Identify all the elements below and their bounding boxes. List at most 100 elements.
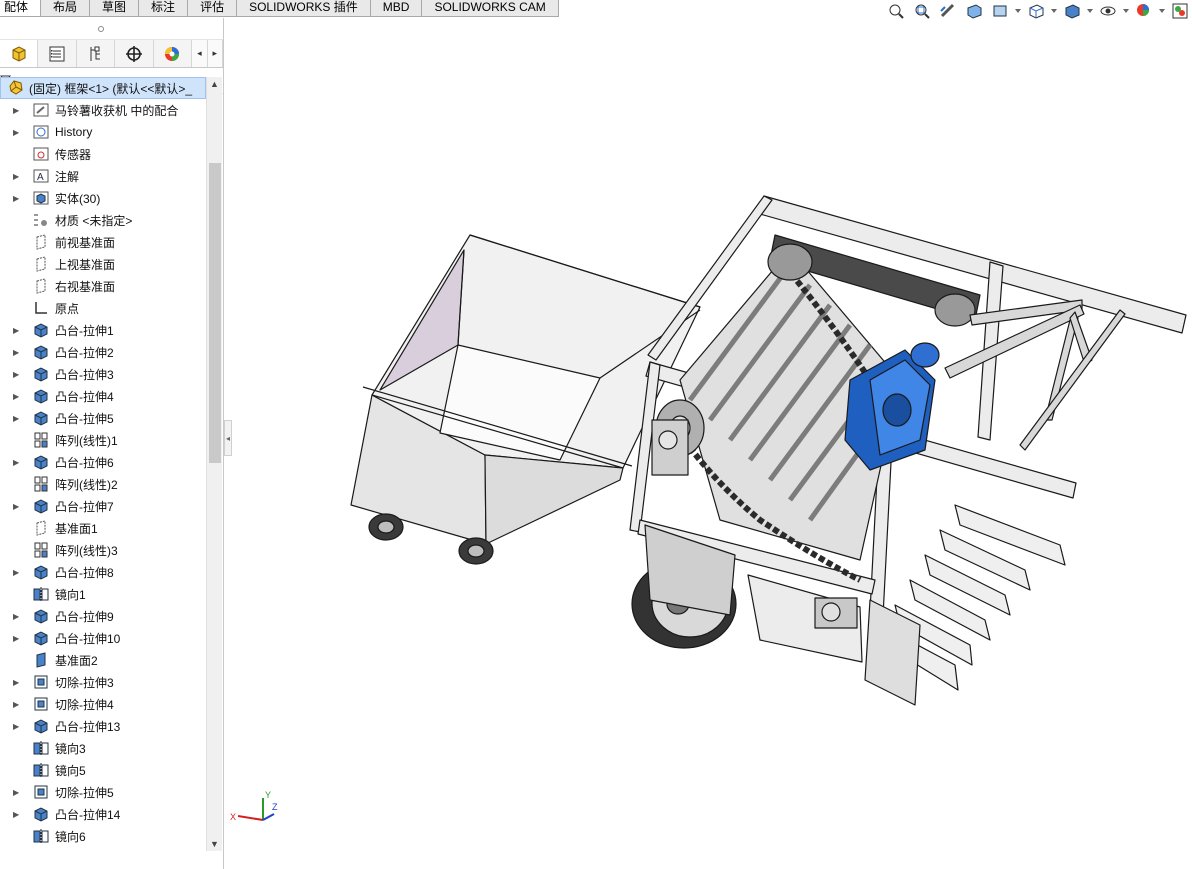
expand-arrow-icon[interactable]: ▶ bbox=[0, 414, 30, 423]
tree-item[interactable]: 镜向1 bbox=[0, 583, 206, 605]
expand-arrow-icon[interactable]: ▶ bbox=[0, 326, 30, 335]
expand-arrow-icon[interactable]: ▶ bbox=[0, 348, 30, 357]
expand-arrow-icon[interactable]: ▶ bbox=[0, 502, 30, 511]
dropdown-caret-icon[interactable] bbox=[1122, 0, 1130, 22]
tree-item[interactable]: ▶ History bbox=[0, 121, 206, 143]
expand-arrow-icon[interactable]: ▶ bbox=[0, 458, 30, 467]
tree-item-label: 镜向3 bbox=[55, 741, 86, 756]
tree-item[interactable]: ▶ 凸台-拉伸8 bbox=[0, 561, 206, 583]
tree-item[interactable]: ▶ 实体(30) bbox=[0, 187, 206, 209]
expand-arrow-icon[interactable]: ▶ bbox=[0, 634, 30, 643]
tree-item[interactable]: 传感器 bbox=[0, 143, 206, 165]
tree-item[interactable]: ▶ 凸台-拉伸4 bbox=[0, 385, 206, 407]
tree-item[interactable]: 镜向6 bbox=[0, 825, 206, 847]
tab-feature-manager[interactable] bbox=[0, 40, 39, 67]
tree-item[interactable]: ▶ 凸台-拉伸13 bbox=[0, 715, 206, 737]
tree-item[interactable]: ▶ A 注解 bbox=[0, 165, 206, 187]
tab-7[interactable]: SOLIDWORKS CAM bbox=[422, 0, 559, 17]
tree-item[interactable]: ▶ 凸台-拉伸6 bbox=[0, 451, 206, 473]
tab-0[interactable]: 配体 bbox=[0, 0, 42, 17]
tab-1[interactable]: 布局 bbox=[41, 0, 91, 17]
expand-arrow-icon[interactable]: ▶ bbox=[0, 568, 30, 577]
tab-property-manager[interactable] bbox=[38, 40, 77, 67]
scroll-up-arrow[interactable]: ▲ bbox=[210, 79, 219, 89]
tree-item[interactable]: ▶ 凸台-拉伸2 bbox=[0, 341, 206, 363]
expand-arrow-icon[interactable]: ▶ bbox=[0, 788, 30, 797]
tab-6[interactable]: MBD bbox=[370, 0, 423, 17]
expand-arrow-icon[interactable]: ▶ bbox=[0, 106, 30, 115]
scroll-thumb[interactable] bbox=[209, 163, 221, 463]
tree-item-label: 凸台-拉伸4 bbox=[55, 389, 114, 404]
tree-item[interactable]: ▶ 凸台-拉伸5 bbox=[0, 407, 206, 429]
hide-show-icon[interactable] bbox=[1096, 0, 1120, 22]
tree-item-label: 凸台-拉伸6 bbox=[55, 455, 114, 470]
expand-arrow-icon[interactable]: ▶ bbox=[0, 370, 30, 379]
dropdown-caret-icon[interactable] bbox=[1014, 0, 1022, 22]
tab-dimxpert-manager[interactable] bbox=[115, 40, 154, 67]
dropdown-caret-icon[interactable] bbox=[1086, 0, 1094, 22]
section-view-icon[interactable] bbox=[962, 0, 986, 22]
tree-item[interactable]: 右视基准面 bbox=[0, 275, 206, 297]
panel-collapse-handle[interactable]: ◂ bbox=[224, 420, 232, 456]
dropdown-caret-icon[interactable] bbox=[1158, 0, 1166, 22]
tree-item[interactable]: 前视基准面 bbox=[0, 231, 206, 253]
tab-configuration-manager[interactable] bbox=[77, 40, 116, 67]
expand-arrow-icon[interactable]: ▶ bbox=[0, 128, 30, 137]
expand-arrow-icon[interactable]: ▶ bbox=[0, 194, 30, 203]
tree-item[interactable]: 基准面2 bbox=[0, 649, 206, 671]
tree-item[interactable]: ▶ 切除-拉伸3 bbox=[0, 671, 206, 693]
graphics-area[interactable] bbox=[232, 22, 1192, 869]
boss-extrude-icon bbox=[30, 497, 52, 515]
tree-item[interactable]: 阵列(线性)2 bbox=[0, 473, 206, 495]
tree-item[interactable]: 材质 <未指定> bbox=[0, 209, 206, 231]
tree-item[interactable]: 镜向3 bbox=[0, 737, 206, 759]
tree-scrollbar[interactable]: ▲ ▼ bbox=[206, 77, 222, 851]
tree-root-part[interactable]: (固定) 框架<1> (默认<<默认>_ bbox=[0, 77, 206, 99]
panel-tabs-scroll-right[interactable]: ▸ bbox=[207, 40, 223, 67]
tree-item[interactable]: 原点 bbox=[0, 297, 206, 319]
tree-item[interactable]: 上视基准面 bbox=[0, 253, 206, 275]
tab-display-manager[interactable] bbox=[154, 40, 193, 67]
tab-2[interactable]: 草图 bbox=[90, 0, 140, 17]
dropdown-caret-icon[interactable] bbox=[1050, 0, 1058, 22]
tree-item[interactable]: ▶ 凸台-拉伸1 bbox=[0, 319, 206, 341]
edit-appearance-icon[interactable] bbox=[1132, 0, 1156, 22]
mirror-icon bbox=[30, 761, 52, 779]
expand-arrow-icon[interactable]: ▶ bbox=[0, 172, 30, 181]
tree-item[interactable]: 基准面1 bbox=[0, 517, 206, 539]
expand-arrow-icon[interactable]: ▶ bbox=[0, 810, 30, 819]
tree-item[interactable]: 阵列(线性)3 bbox=[0, 539, 206, 561]
tab-3[interactable]: 标注 bbox=[139, 0, 189, 17]
tree-item-label: 材质 <未指定> bbox=[55, 213, 133, 228]
expand-arrow-icon[interactable]: ▶ bbox=[0, 392, 30, 401]
tab-5[interactable]: SOLIDWORKS 插件 bbox=[237, 0, 371, 17]
expand-arrow-icon[interactable]: ▶ bbox=[0, 612, 30, 621]
previous-view-icon[interactable] bbox=[936, 0, 960, 22]
tree-item-label: 镜向1 bbox=[55, 587, 86, 602]
expand-arrow-icon[interactable]: ▶ bbox=[0, 678, 30, 687]
scroll-down-arrow[interactable]: ▼ bbox=[210, 839, 219, 849]
expand-arrow-icon[interactable]: ▶ bbox=[0, 700, 30, 709]
tree-item[interactable]: ▶ 凸台-拉伸7 bbox=[0, 495, 206, 517]
apply-scene-icon[interactable] bbox=[1168, 0, 1192, 22]
tree-item-label: 右视基准面 bbox=[55, 279, 116, 294]
tree-item[interactable]: ▶ 凸台-拉伸9 bbox=[0, 605, 206, 627]
tree-item[interactable]: ▶ 切除-拉伸5 bbox=[0, 781, 206, 803]
tree-item[interactable]: ▶ 凸台-拉伸10 bbox=[0, 627, 206, 649]
expand-arrow-icon[interactable]: ▶ bbox=[0, 722, 30, 731]
tree-item[interactable]: ▶ 切除-拉伸4 bbox=[0, 693, 206, 715]
panel-grip[interactable] bbox=[0, 18, 223, 40]
view-orientation-icon[interactable] bbox=[1024, 0, 1048, 22]
zoom-area-icon[interactable] bbox=[910, 0, 934, 22]
display-style-icon[interactable] bbox=[1060, 0, 1084, 22]
tab-4[interactable]: 评估 bbox=[188, 0, 238, 17]
tree-item[interactable]: ▶ 凸台-拉伸14 bbox=[0, 803, 206, 825]
tree-item[interactable]: ▶ 凸台-拉伸3 bbox=[0, 363, 206, 385]
zoom-to-fit-icon[interactable] bbox=[884, 0, 908, 22]
tree-item[interactable]: 阵列(线性)1 bbox=[0, 429, 206, 451]
tree-item[interactable]: ▶ 马铃薯收获机 中的配合 bbox=[0, 99, 206, 121]
origin-icon bbox=[30, 299, 52, 317]
dynamic-annotation-icon[interactable] bbox=[988, 0, 1012, 22]
tree-item[interactable]: 镜向5 bbox=[0, 759, 206, 781]
panel-tabs-scroll-left[interactable]: ◂ bbox=[192, 40, 208, 67]
